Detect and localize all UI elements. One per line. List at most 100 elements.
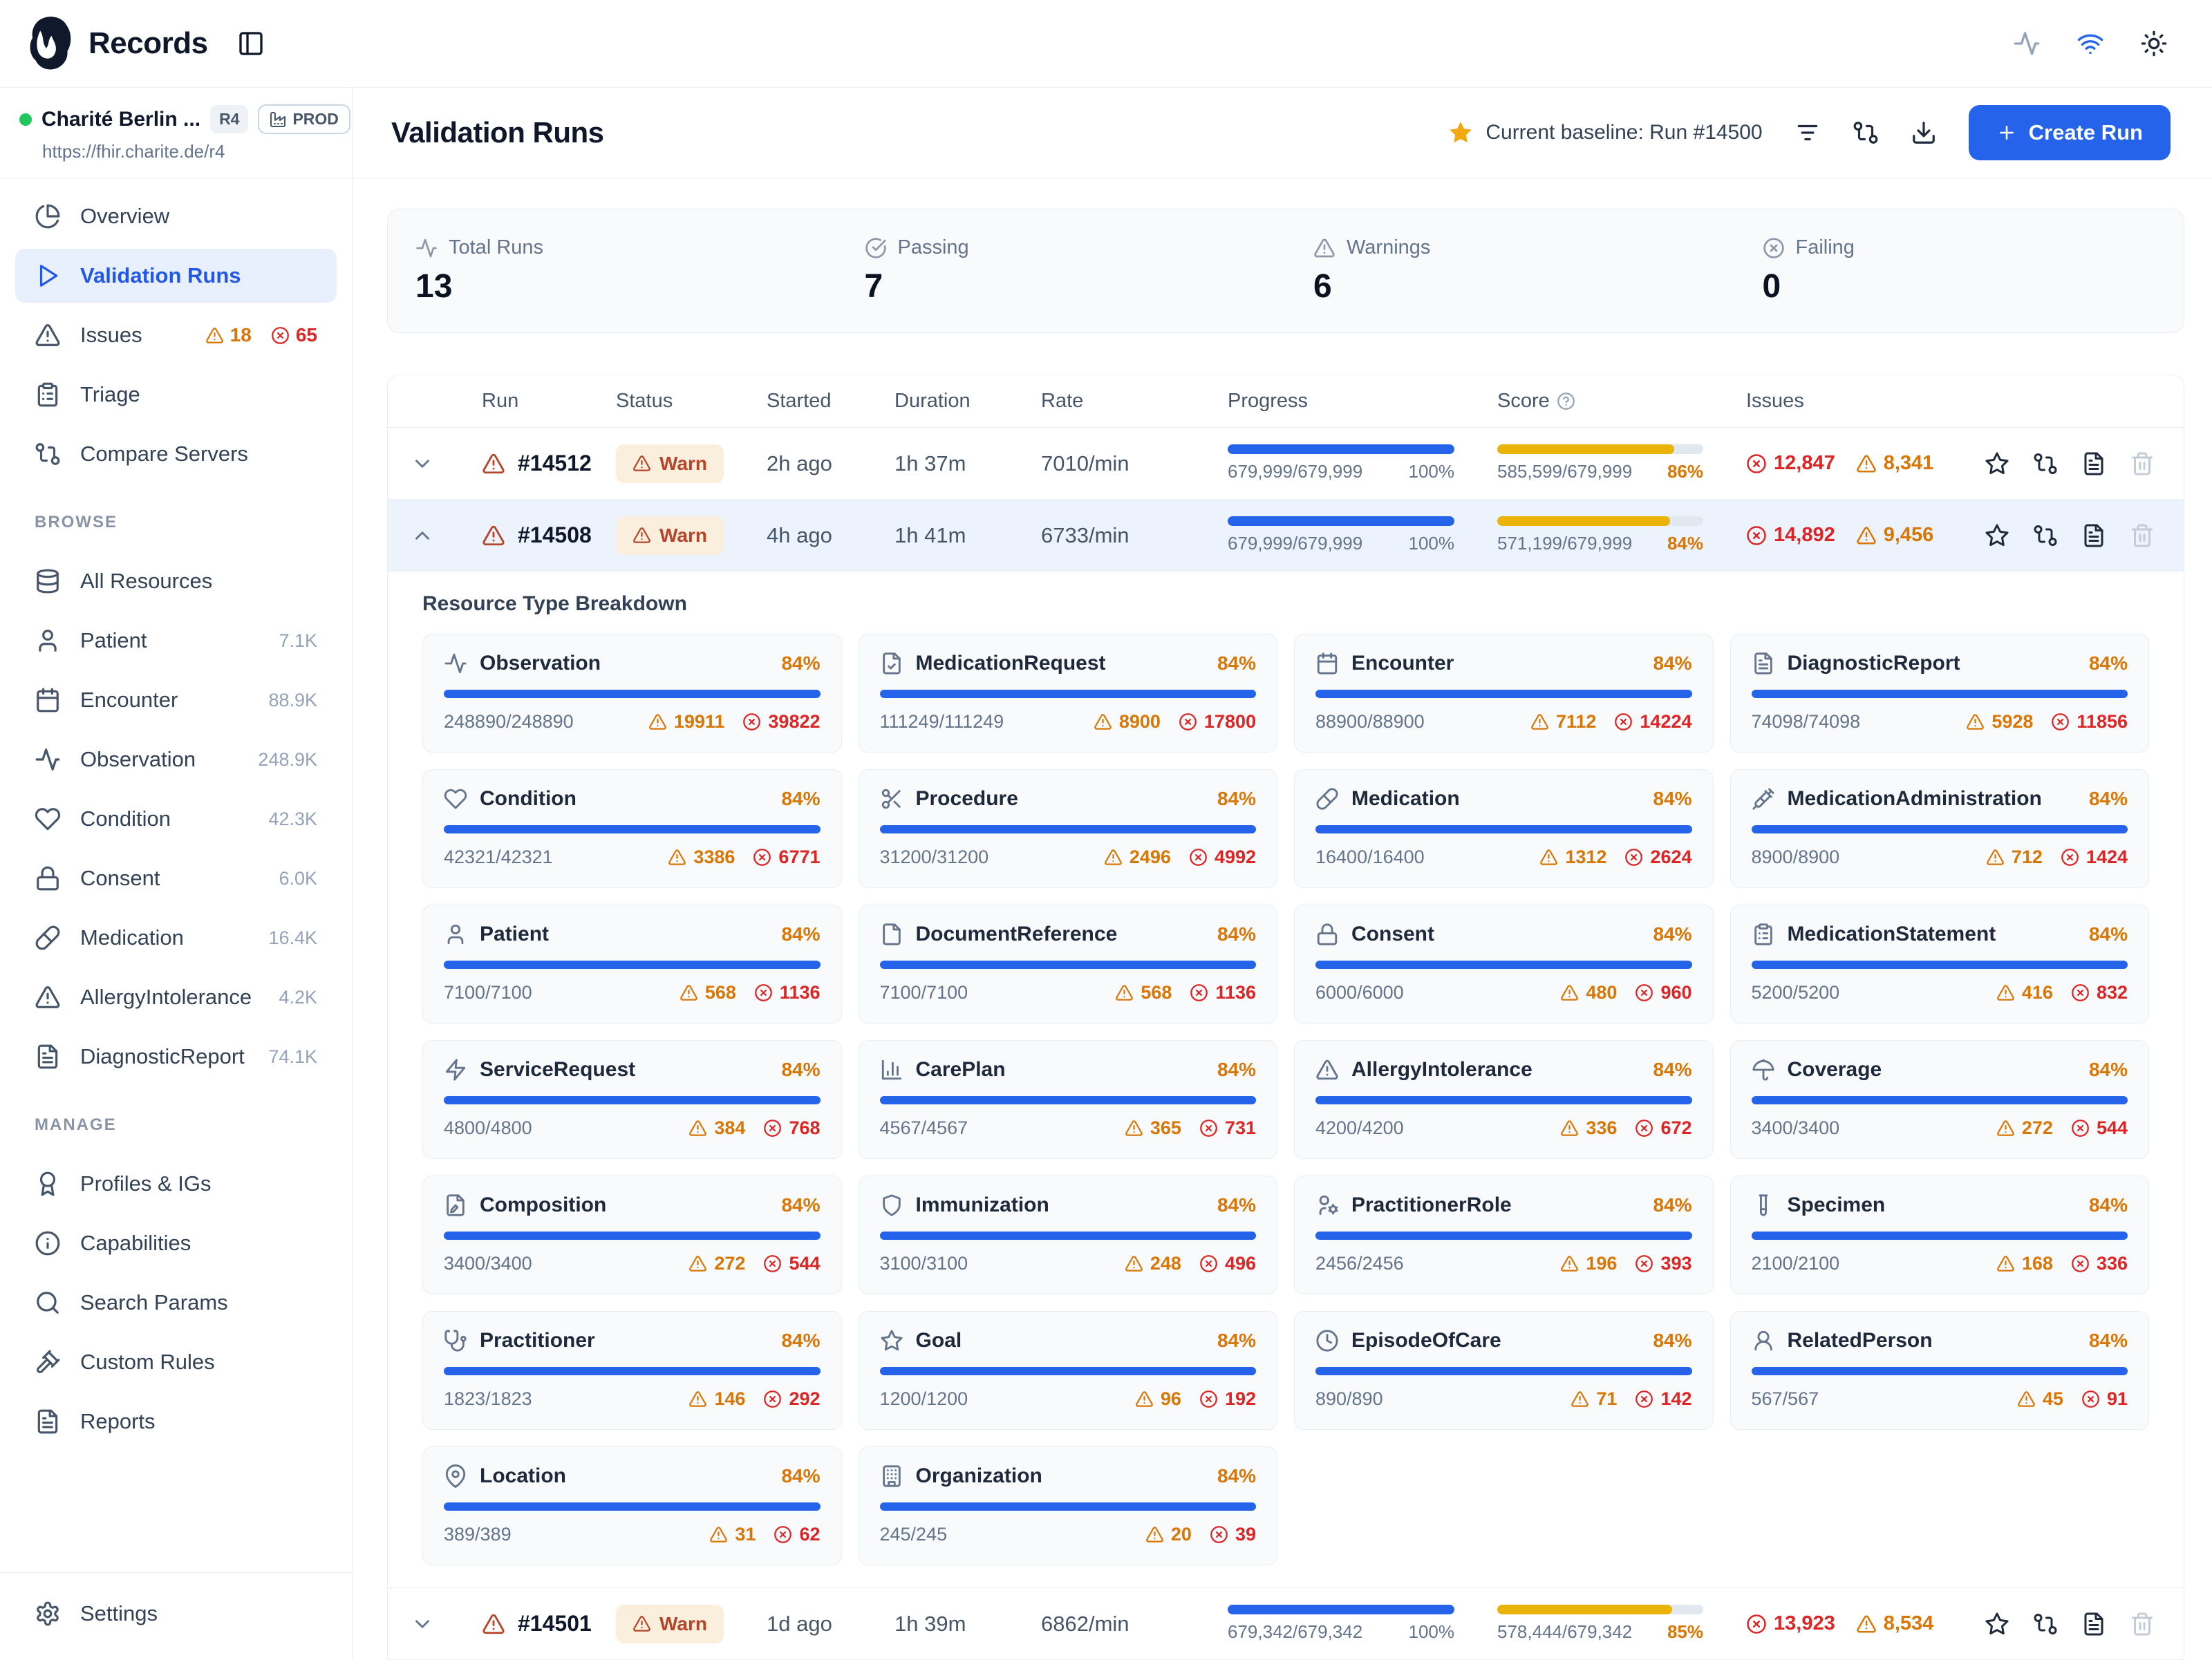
user-cog-icon: [1315, 1194, 1339, 1217]
sidebar-item-allergyintolerance[interactable]: AllergyIntolerance 4.2K: [15, 970, 337, 1024]
filter-icon[interactable]: [1794, 120, 1821, 146]
sidebar-item-diagnosticreport[interactable]: DiagnosticReport 74.1K: [15, 1030, 337, 1084]
help-circle-icon[interactable]: [1557, 392, 1575, 411]
warning-count: 96: [1161, 1388, 1181, 1410]
resource-score-pct: 84%: [1653, 1194, 1691, 1216]
resource-breakdown-panel: Resource Type Breakdown Observation 84% …: [388, 572, 2184, 1588]
compare-run-icon[interactable]: [2033, 523, 2058, 548]
rate-cell: 6862/min: [1041, 1612, 1228, 1637]
started-cell: 4h ago: [767, 523, 894, 548]
warning-triangle-icon: [2017, 1390, 2036, 1408]
expand-chevron-icon[interactable]: [411, 1612, 434, 1636]
sidebar-item-encounter[interactable]: Encounter 88.9K: [15, 673, 337, 727]
error-circle-icon: [763, 1254, 782, 1273]
sidebar-item-consent[interactable]: Consent 6.0K: [15, 851, 337, 905]
sidebar-item-label: Issues: [80, 323, 142, 348]
expand-chevron-icon[interactable]: [411, 452, 434, 475]
sidebar-item-search-params[interactable]: Search Params: [15, 1276, 337, 1330]
sidebar-item-label: Search Params: [80, 1290, 228, 1315]
score-cell: 585,599/679,99986%: [1497, 444, 1746, 482]
report-file-icon[interactable]: [2081, 523, 2106, 548]
delete-trash-icon[interactable]: [2130, 1612, 2155, 1637]
warning-triangle-icon: [1530, 713, 1549, 731]
warning-count: 480: [1586, 982, 1617, 1003]
sidebar-item-compare-servers[interactable]: Compare Servers: [15, 427, 337, 481]
sidebar-item-observation[interactable]: Observation 248.9K: [15, 733, 337, 786]
wifi-icon[interactable]: [2077, 30, 2104, 57]
resource-name: MedicationAdministration: [1788, 787, 2042, 811]
page-title: Validation Runs: [391, 116, 604, 149]
error-count: 393: [1660, 1253, 1691, 1274]
resource-card-consent: Consent 84% 6000/6000 480 960: [1294, 905, 1714, 1024]
report-file-icon[interactable]: [2081, 1612, 2106, 1637]
clock-icon: [1315, 1329, 1339, 1352]
sidebar-toggle-icon[interactable]: [237, 30, 265, 57]
sidebar-item-all-resources[interactable]: All Resources: [15, 554, 337, 608]
download-icon[interactable]: [1911, 120, 1937, 146]
sidebar-item-triage[interactable]: Triage: [15, 368, 337, 422]
error-circle-icon: [2071, 983, 2090, 1002]
compare-runs-icon[interactable]: [1853, 120, 1879, 146]
expand-chevron-icon[interactable]: [411, 524, 434, 547]
sidebar-item-patient[interactable]: Patient 7.1K: [15, 614, 337, 668]
error-count: 1136: [780, 982, 821, 1003]
factory-icon: [270, 111, 286, 128]
sidebar-item-label: AllergyIntolerance: [80, 985, 252, 1010]
sidebar-item-capabilities[interactable]: Capabilities: [15, 1216, 337, 1270]
baseline-label: Current baseline: Run #14500: [1485, 121, 1762, 144]
sidebar-item-issues[interactable]: Issues 18 65: [15, 308, 337, 362]
run-row-14501[interactable]: #14501 Warn 1d ago 1h 39m 6862/min 679,3…: [388, 1588, 2184, 1660]
resource-progress-bar: [1315, 1096, 1692, 1104]
sidebar-item-reports[interactable]: Reports: [15, 1395, 337, 1449]
resource-score-pct: 84%: [1653, 1059, 1691, 1081]
resource-count: 6000/6000: [1315, 982, 1404, 1003]
resource-count: 245/245: [880, 1524, 948, 1545]
sidebar-item-overview[interactable]: Overview: [15, 189, 337, 243]
resource-count: 4200/4200: [1315, 1117, 1404, 1139]
sidebar-item-profiles-igs[interactable]: Profiles & IGs: [15, 1157, 337, 1211]
resource-count: 8900/8900: [1752, 847, 1840, 868]
sidebar-item-label: Triage: [80, 382, 140, 407]
resource-name: RelatedPerson: [1788, 1329, 1933, 1352]
activity-status-icon[interactable]: [2013, 30, 2041, 57]
delete-trash-icon[interactable]: [2130, 523, 2155, 548]
sidebar-item-custom-rules[interactable]: Custom Rules: [15, 1335, 337, 1389]
theme-sun-icon[interactable]: [2140, 30, 2168, 57]
create-run-button[interactable]: Create Run: [1969, 105, 2171, 160]
warning-count: 2496: [1130, 847, 1171, 868]
breakdown-grid: Observation 84% 248890/248890 19911 3982…: [422, 634, 2149, 1565]
progress-cell: 679,999/679,999100%: [1228, 516, 1497, 554]
file-text-icon: [35, 1044, 61, 1070]
resource-progress-bar: [1752, 825, 2128, 833]
error-count: 62: [799, 1524, 820, 1545]
info-icon: [35, 1230, 61, 1256]
set-baseline-star-icon[interactable]: [1985, 1612, 2009, 1637]
set-baseline-star-icon[interactable]: [1985, 523, 2009, 548]
delete-trash-icon[interactable]: [2130, 451, 2155, 476]
warning-count: 8900: [1119, 711, 1161, 733]
resource-name: Encounter: [1351, 652, 1454, 675]
environment-badge: PROD: [258, 104, 350, 134]
report-file-icon[interactable]: [2081, 451, 2106, 476]
compare-run-icon[interactable]: [2033, 1612, 2058, 1637]
resource-count: 7100/7100: [444, 982, 532, 1003]
status-badge: Warn: [616, 444, 724, 483]
resource-count: 6.0K: [279, 868, 317, 889]
resource-score-pct: 84%: [1217, 923, 1256, 945]
gavel-icon: [35, 1349, 61, 1375]
building-icon: [880, 1464, 903, 1488]
resource-score-pct: 84%: [1217, 1465, 1256, 1487]
sidebar-item-medication[interactable]: Medication 16.4K: [15, 911, 337, 965]
error-circle-icon: [1624, 848, 1643, 867]
sidebar-item-condition[interactable]: Condition 42.3K: [15, 792, 337, 846]
resource-name: Procedure: [916, 787, 1018, 811]
compare-run-icon[interactable]: [2033, 451, 2058, 476]
sidebar-item-validation-runs[interactable]: Validation Runs: [15, 249, 337, 303]
server-selector[interactable]: Charité Berlin ... R4 PROD https://fhir.…: [0, 88, 352, 178]
run-row-14512[interactable]: #14512 Warn 2h ago 1h 37m 7010/min 679,9…: [388, 428, 2184, 500]
run-row-14508[interactable]: #14508 Warn 4h ago 1h 41m 6733/min 679,9…: [388, 500, 2184, 572]
sidebar-item-settings[interactable]: Settings: [15, 1587, 337, 1641]
warning-triangle-icon: [1571, 1390, 1589, 1408]
error-circle-icon: [2051, 713, 2070, 731]
set-baseline-star-icon[interactable]: [1985, 451, 2009, 476]
